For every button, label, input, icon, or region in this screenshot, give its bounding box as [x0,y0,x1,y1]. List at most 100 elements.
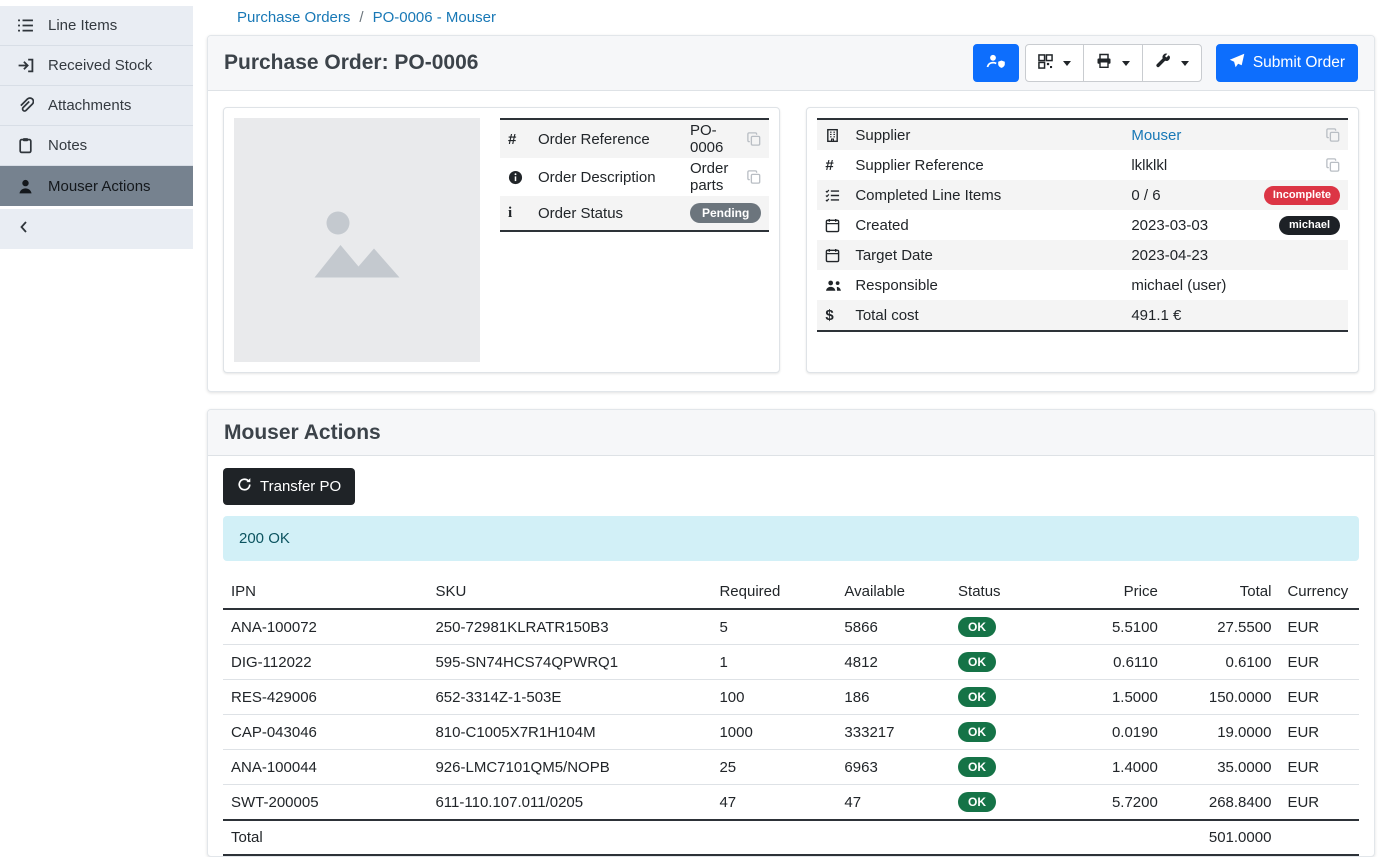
detail-row-total-cost: $ Total cost 491.1 € [817,300,1348,330]
breadcrumb: Purchase Orders / PO-0006 - Mouser [207,0,1375,35]
cell-ipn: CAP-043046 [223,715,427,750]
order-actions-dropdown[interactable] [1142,44,1202,82]
cell-price: 0.0190 [1052,715,1166,750]
detail-row-responsible: Responsible michael (user) [817,270,1348,300]
sidebar-item-notes[interactable]: Notes [0,126,193,166]
user-icon [16,178,34,195]
sidebar-item-label: Mouser Actions [48,178,151,195]
hash-icon: # [825,157,855,174]
detail-label: Order Status [538,205,690,222]
table-row: ANA-100044 926-LMC7101QM5/NOPB 25 6963 O… [223,750,1359,785]
cell-status: OK [950,785,1052,821]
cell-total: 268.8400 [1166,785,1280,821]
clipboard-icon [16,137,34,154]
sidebar-item-label: Received Stock [48,57,152,74]
sign-in-icon [16,57,34,74]
print-actions-dropdown[interactable] [1083,44,1143,82]
qr-actions-dropdown[interactable] [1025,44,1084,82]
transfer-po-label: Transfer PO [260,478,341,495]
detail-label: Target Date [855,247,1131,264]
table-header-row: IPN SKU Required Available Status Price … [223,577,1359,609]
users-icon [825,278,855,293]
sidebar-item-attachments[interactable]: Attachments [0,86,193,126]
copy-icon[interactable] [747,132,761,146]
calendar-icon [825,248,855,263]
cell-sku: 926-LMC7101QM5/NOPB [427,750,711,785]
cell-currency: EUR [1279,609,1359,645]
qr-code-icon [1038,54,1053,73]
cell-total: 27.5500 [1166,609,1280,645]
supplier-link[interactable]: Mouser [1131,127,1181,144]
col-header-total: Total [1166,577,1280,609]
purchase-order-panel-header: Purchase Order: PO-0006 [208,36,1374,91]
copy-icon[interactable] [1326,158,1340,172]
barcode-user-button[interactable] [973,44,1019,82]
detail-label: Supplier [855,127,1131,144]
list-check-icon [825,188,855,203]
cell-required: 5 [711,609,836,645]
submit-order-label: Submit Order [1253,54,1345,72]
cell-total: 35.0000 [1166,750,1280,785]
detail-cards-row: # Order Reference PO-0006 Order Descript… [208,91,1374,391]
cell-ipn: ANA-100044 [223,750,427,785]
calendar-icon [825,218,855,233]
info-icon: i [508,205,538,222]
sidebar-collapse-button[interactable] [0,209,193,249]
transfer-po-button[interactable]: Transfer PO [223,468,355,505]
col-header-sku: SKU [427,577,711,609]
detail-label: Order Description [538,169,690,186]
cell-status: OK [950,609,1052,645]
sidebar-item-line-items[interactable]: Line Items [0,6,193,46]
order-image-placeholder[interactable] [234,118,480,362]
cell-required: 1 [711,645,836,680]
table-row: CAP-043046 810-C1005X7R1H104M 1000 33321… [223,715,1359,750]
sidebar-item-mouser-actions[interactable]: Mouser Actions [0,166,193,206]
cell-price: 5.7200 [1052,785,1166,821]
cell-price: 1.5000 [1052,680,1166,715]
detail-row-created: Created 2023-03-03 michael [817,210,1348,240]
detail-row-order-status: i Order Status Pending [500,196,769,230]
detail-row-target-date: Target Date 2023-04-23 [817,240,1348,270]
copy-icon[interactable] [747,170,761,184]
main-content: Purchase Orders / PO-0006 - Mouser Purch… [193,0,1383,794]
sidebar-item-label: Notes [48,137,87,154]
breadcrumb-link-current-po[interactable]: PO-0006 - Mouser [373,9,496,26]
order-details-table: # Order Reference PO-0006 Order Descript… [500,118,769,232]
detail-row-completed-line-items: Completed Line Items 0 / 6 Incomplete [817,180,1348,210]
detail-value: 491.1 € [1131,307,1181,324]
image-icon [297,180,417,300]
cell-currency: EUR [1279,785,1359,821]
col-header-currency: Currency [1279,577,1359,609]
cell-price: 1.4000 [1052,750,1166,785]
breadcrumb-link-purchase-orders[interactable]: Purchase Orders [237,9,350,26]
status-badge: Pending [690,203,761,223]
cell-status: OK [950,715,1052,750]
copy-icon[interactable] [1326,128,1340,142]
sidebar: Line Items Received Stock Attachments No… [0,0,193,249]
cell-required: 1000 [711,715,836,750]
cell-total: 150.0000 [1166,680,1280,715]
detail-row-supplier: Supplier Mouser [817,120,1348,150]
page-title: Purchase Order: PO-0006 [224,51,478,75]
cell-total: 19.0000 [1166,715,1280,750]
detail-value: Order parts [690,160,747,194]
table-total-row: Total 501.0000 [223,820,1359,855]
sidebar-item-received-stock[interactable]: Received Stock [0,46,193,86]
paper-plane-icon [1229,53,1245,74]
user-shield-icon [986,53,1006,73]
order-details-card: # Order Reference PO-0006 Order Descript… [223,107,780,373]
col-header-price: Price [1052,577,1166,609]
mouser-actions-panel: Mouser Actions Transfer PO 200 OK IPN SK [207,409,1375,857]
table-row: RES-429006 652-3314Z-1-503E 100 186 OK 1… [223,680,1359,715]
submit-order-button[interactable]: Submit Order [1216,44,1358,82]
status-alert: 200 OK [223,516,1359,561]
col-header-status: Status [950,577,1052,609]
cell-ipn: RES-429006 [223,680,427,715]
mouser-actions-body: Transfer PO 200 OK IPN SKU Required Avai… [208,456,1374,856]
cell-currency: EUR [1279,680,1359,715]
total-spacer [427,820,1165,855]
cell-ipn: SWT-200005 [223,785,427,821]
cell-currency: EUR [1279,715,1359,750]
cell-ipn: ANA-100072 [223,609,427,645]
paperclip-icon [16,97,34,114]
